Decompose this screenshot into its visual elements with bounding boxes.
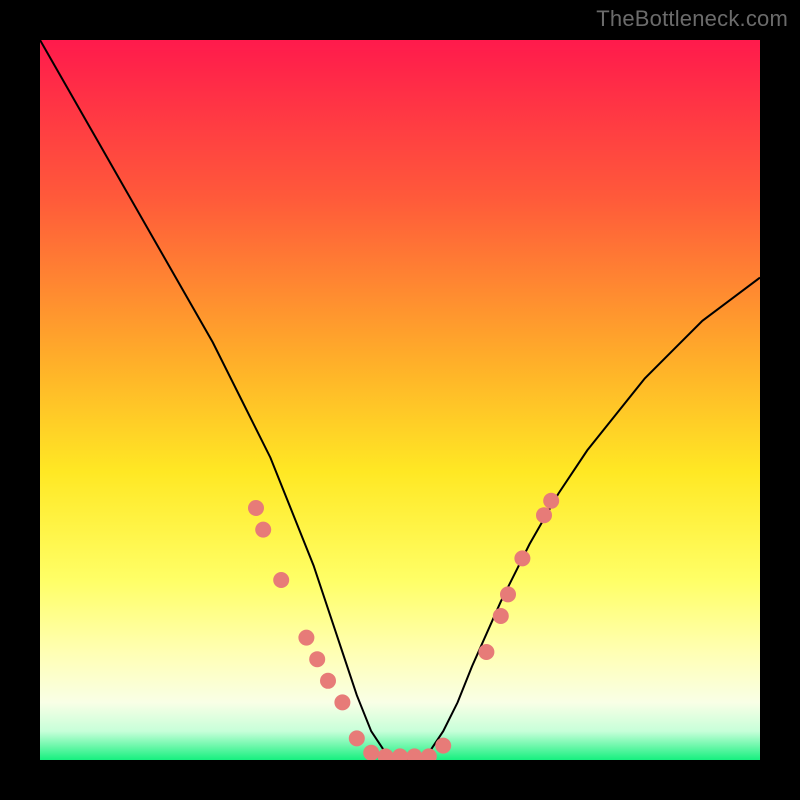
data-marker [334,694,350,710]
data-marker [435,738,451,754]
data-marker [493,608,509,624]
plot-area [40,40,760,760]
data-marker [349,730,365,746]
data-marker [255,522,271,538]
data-marker [273,572,289,588]
data-marker [514,550,530,566]
data-marker [320,673,336,689]
data-marker [309,651,325,667]
data-marker [478,644,494,660]
data-marker [248,500,264,516]
gradient-background [40,40,760,760]
data-marker [500,586,516,602]
watermark-label: TheBottleneck.com [596,6,788,32]
data-marker [536,507,552,523]
chart-frame: TheBottleneck.com [0,0,800,800]
chart-svg [40,40,760,760]
data-marker [543,493,559,509]
data-marker [298,630,314,646]
